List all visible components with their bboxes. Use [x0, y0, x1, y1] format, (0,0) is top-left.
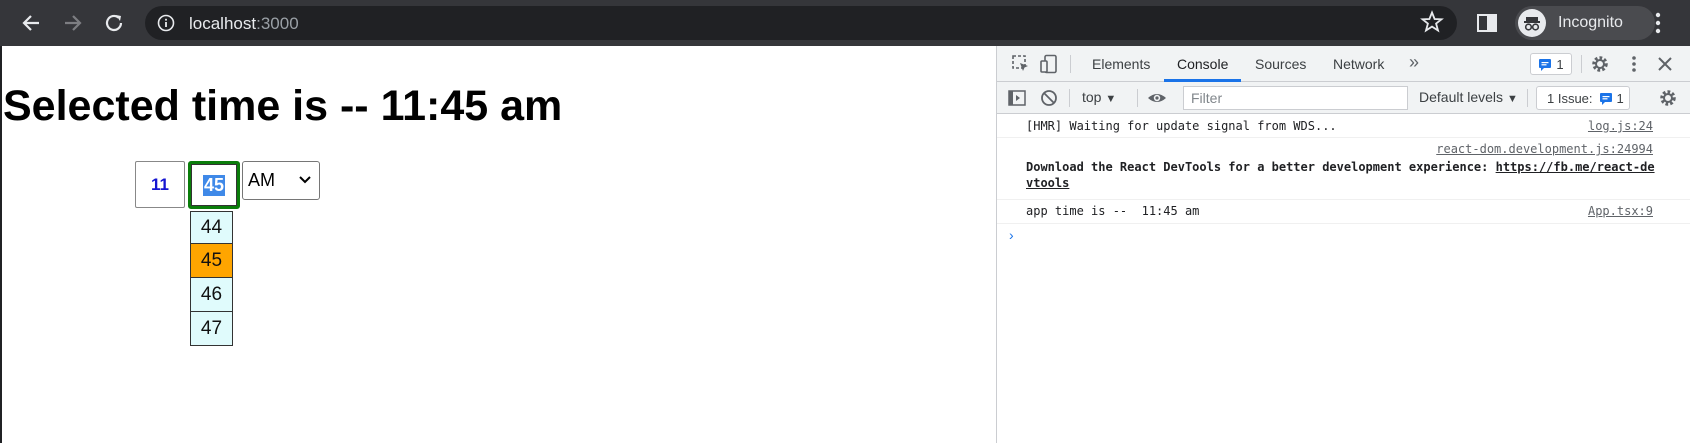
profile-label: Incognito — [1558, 14, 1623, 31]
inspect-element-icon[interactable] — [1011, 54, 1031, 74]
chevron-down-icon — [299, 176, 311, 184]
issues-count: 1 — [1616, 90, 1624, 106]
context-select[interactable]: top ▼ — [1082, 89, 1116, 105]
tab-elements[interactable]: Elements — [1092, 56, 1150, 72]
minute-options-list: 44 45 46 47 — [190, 211, 233, 346]
ampm-select[interactable]: AM — [242, 161, 320, 200]
gear-icon[interactable] — [1658, 88, 1678, 108]
devtools-tab-bar: Elements Console Sources Network » 1 — [997, 46, 1690, 82]
devtools-panel: Elements Console Sources Network » 1 top… — [996, 46, 1690, 443]
tab-sources[interactable]: Sources — [1255, 56, 1306, 72]
incognito-profile-button[interactable]: Incognito — [1515, 6, 1655, 40]
browser-toolbar: localhost:3000 Incognito — [0, 0, 1690, 46]
info-icon[interactable] — [157, 14, 175, 32]
message-icon — [1539, 58, 1552, 71]
issues-button[interactable]: 1 Issue: 1 — [1536, 86, 1630, 110]
back-icon[interactable] — [16, 8, 46, 38]
star-icon[interactable] — [1420, 10, 1444, 34]
issues-label: 1 Issue: — [1547, 90, 1593, 106]
more-icon[interactable] — [1648, 10, 1668, 36]
clear-console-icon[interactable] — [1039, 88, 1059, 108]
console-message-text: Download the React DevTools for a better… — [1026, 160, 1655, 190]
console-source-link[interactable]: react-dom.development.js:24994 — [1436, 142, 1653, 156]
divider — [1070, 55, 1071, 73]
tab-network[interactable]: Network — [1333, 56, 1384, 72]
minute-option[interactable]: 46 — [190, 278, 233, 312]
minute-option[interactable]: 47 — [190, 312, 233, 346]
minute-input-value: 45 — [202, 174, 226, 196]
minute-input[interactable]: 45 — [188, 161, 240, 209]
url-text: localhost:3000 — [189, 14, 299, 33]
tab-console[interactable]: Console — [1177, 56, 1228, 72]
console-message: app time is -- 11:45 am App.tsx:9 — [997, 200, 1690, 224]
console-toolbar: top ▼ Filter Default levels ▼ 1 Issue: 1 — [997, 82, 1690, 114]
messages-count: 1 — [1556, 56, 1564, 72]
address-bar[interactable]: localhost:3000 — [145, 6, 1457, 40]
page-title: Selected time is -- 11:45 am — [3, 82, 563, 130]
console-message-text: app time is -- 11:45 am — [1026, 204, 1200, 218]
page-viewport: Selected time is -- 11:45 am 11 45 AM 44… — [0, 46, 996, 443]
page-left-edge — [0, 46, 2, 443]
forward-icon[interactable] — [58, 8, 88, 38]
divider — [1069, 89, 1070, 107]
console-prompt[interactable]: › — [1009, 227, 1014, 243]
incognito-icon — [1518, 9, 1546, 37]
console-output: [HMR] Waiting for update signal from WDS… — [997, 114, 1690, 243]
log-levels-select[interactable]: Default levels ▼ — [1419, 89, 1518, 105]
filter-input[interactable]: Filter — [1183, 86, 1408, 110]
minute-option[interactable]: 45 — [190, 244, 233, 278]
messages-badge[interactable]: 1 — [1530, 53, 1572, 75]
sidebar-toggle-icon[interactable] — [1007, 88, 1027, 108]
console-message: [HMR] Waiting for update signal from WDS… — [997, 114, 1690, 138]
divider — [1137, 89, 1138, 107]
minute-option[interactable]: 44 — [190, 211, 233, 244]
hour-input[interactable]: 11 — [135, 161, 185, 208]
gear-icon[interactable] — [1590, 54, 1610, 74]
console-source-link[interactable]: App.tsx:9 — [1588, 204, 1653, 218]
console-message-text: [HMR] Waiting for update signal from WDS… — [1026, 119, 1337, 133]
device-toolbar-icon[interactable] — [1039, 54, 1059, 74]
more-options-icon[interactable] — [1624, 54, 1644, 74]
eye-icon[interactable] — [1147, 88, 1167, 108]
reload-icon[interactable] — [99, 8, 129, 38]
divider — [1581, 55, 1582, 73]
console-message: react-dom.development.js:24994 Download … — [997, 138, 1690, 200]
console-source-link[interactable]: log.js:24 — [1588, 119, 1653, 133]
side-panel-icon[interactable] — [1475, 11, 1499, 35]
close-icon[interactable] — [1655, 54, 1675, 74]
more-tabs-button[interactable]: » — [1409, 52, 1419, 73]
message-icon — [1599, 92, 1612, 105]
ampm-select-value: AM — [248, 170, 275, 190]
divider — [1527, 89, 1528, 107]
